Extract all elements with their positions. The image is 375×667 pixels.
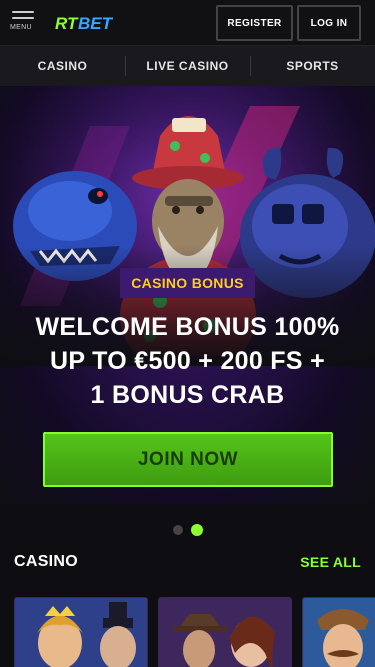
top-header: MENU RT BET REGISTER LOG IN — [0, 0, 375, 46]
carousel-dot-2-active[interactable] — [190, 524, 203, 536]
carousel-dots — [0, 523, 375, 537]
join-now-button[interactable]: JOIN NOW — [43, 432, 333, 487]
game-tile-3-art — [303, 598, 375, 667]
headline-line-1: WELCOME BONUS 100% — [35, 313, 340, 341]
main-nav: CASINO LIVE CASINO SPORTS — [0, 46, 375, 86]
game-tile-3[interactable] — [302, 597, 375, 667]
game-tile-2-art — [159, 598, 291, 667]
see-all-link[interactable]: SEE ALL — [300, 554, 361, 570]
register-button[interactable]: REGISTER — [216, 5, 293, 41]
headline-line-3: 1 BONUS CRAB — [90, 381, 285, 409]
game-tile-1[interactable] — [14, 597, 148, 667]
menu-button[interactable]: MENU — [8, 10, 40, 36]
carousel-dot-1[interactable] — [172, 525, 183, 535]
casino-bonus-tag: CASINO BONUS — [120, 268, 255, 298]
rtbet-logo[interactable]: RT BET — [54, 13, 118, 33]
login-button[interactable]: LOG IN — [297, 5, 361, 41]
menu-label: MENU — [10, 24, 32, 31]
nav-item-live-casino[interactable]: LIVE CASINO — [125, 46, 250, 86]
logo-bet: BET — [78, 14, 114, 33]
headline-line-2: UP TO €500 + 200 FS + — [50, 347, 325, 375]
nav-item-casino[interactable]: CASINO — [0, 46, 125, 86]
casino-games-row — [14, 597, 375, 667]
game-tile-2[interactable] — [158, 597, 292, 667]
hamburger-icon-bar — [12, 17, 34, 19]
game-tile-1-art — [15, 598, 147, 667]
logo-rt: RT — [55, 14, 79, 33]
hero-headline: WELCOME BONUS 100% UP TO €500 + 200 FS +… — [0, 310, 375, 412]
casino-section-title: CASINO — [14, 553, 79, 570]
hamburger-icon — [12, 11, 34, 13]
nav-item-sports[interactable]: SPORTS — [250, 46, 375, 86]
